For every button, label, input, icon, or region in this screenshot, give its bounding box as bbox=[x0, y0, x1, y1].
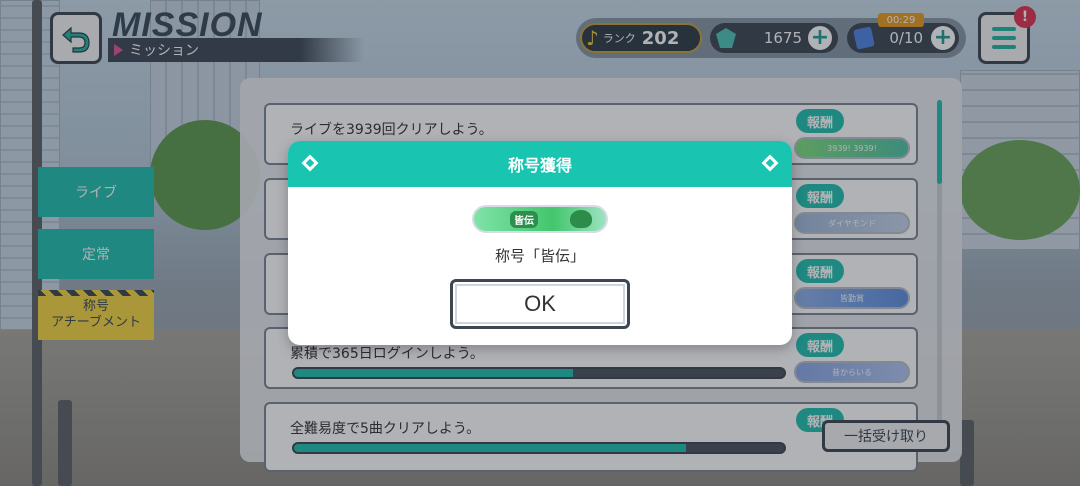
ok-button[interactable]: OK bbox=[450, 279, 630, 329]
title-badge: 皆伝 bbox=[472, 205, 608, 233]
diamond-icon bbox=[301, 154, 319, 172]
dialog-message: 称号「皆伝」 bbox=[494, 247, 585, 265]
title-badge-chip: 皆伝 bbox=[510, 210, 538, 228]
title-acquired-dialog: 称号獲得 皆伝 称号「皆伝」 OK bbox=[288, 141, 792, 345]
dialog-header: 称号獲得 bbox=[288, 141, 792, 187]
diamond-icon bbox=[761, 154, 779, 172]
frog-icon bbox=[570, 210, 592, 228]
dialog-title: 称号獲得 bbox=[507, 156, 572, 175]
